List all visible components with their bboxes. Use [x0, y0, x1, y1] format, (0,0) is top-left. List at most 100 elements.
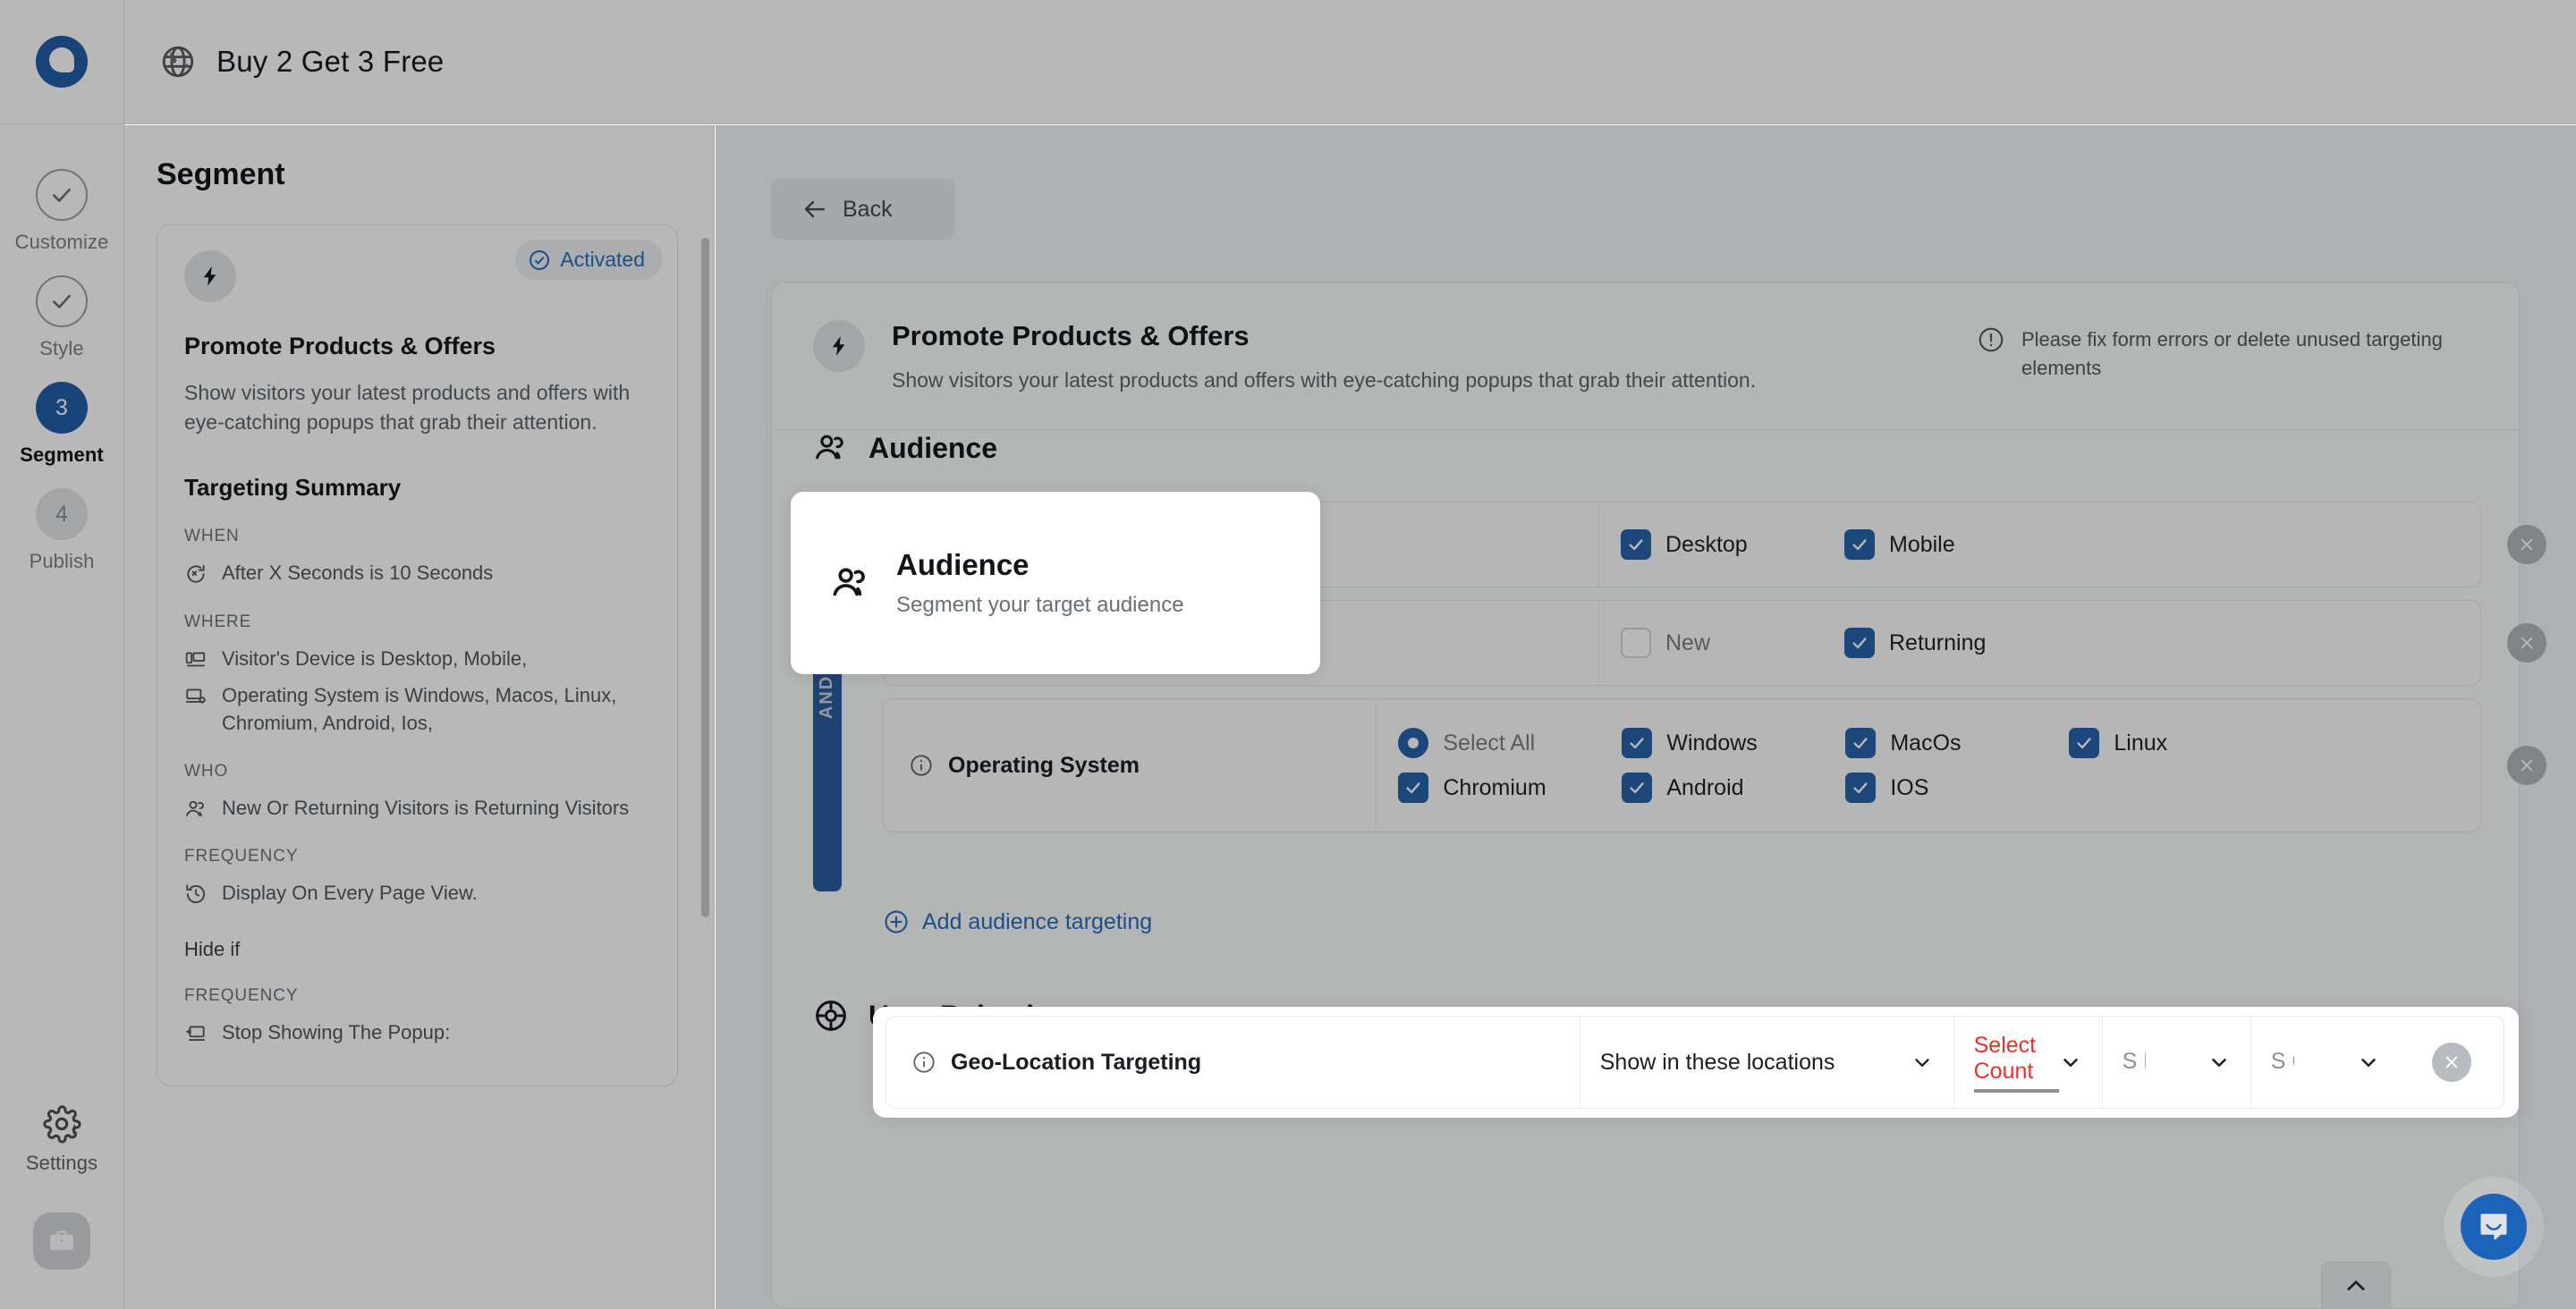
- checkbox-chromium[interactable]: Chromium: [1398, 773, 1622, 803]
- devices-icon: [184, 648, 208, 671]
- targeting-panel: Promote Products & Offers Show visitors …: [771, 282, 2546, 1309]
- checkbox-windows[interactable]: Windows: [1622, 728, 1845, 758]
- plus-circle-icon: [883, 908, 910, 935]
- gear-icon: [42, 1104, 81, 1144]
- remove-rule-button[interactable]: [2507, 525, 2546, 564]
- checkbox-label: New: [1665, 629, 1711, 655]
- targeting-panel-header: Promote Products & Offers Show visitors …: [772, 283, 2519, 431]
- close-icon: [2518, 634, 2536, 652]
- page-title: Buy 2 Get 3 Free: [216, 45, 445, 78]
- region-select[interactable]: S R: [2103, 1017, 2251, 1108]
- summary-group-label: WHERE: [184, 612, 252, 631]
- top-bar: Buy 2 Get 3 Free: [124, 0, 2576, 124]
- close-icon: [2518, 536, 2536, 553]
- remove-rule-button[interactable]: [2431, 1043, 2471, 1082]
- sidebar-item-publish[interactable]: 4 Publish: [0, 476, 123, 582]
- summary-row-text: New Or Returning Visitors is Returning V…: [222, 797, 630, 820]
- scroll-to-top-button[interactable]: [2321, 1262, 2391, 1308]
- form-error-message: Please fix form errors or delete unused …: [1977, 320, 2478, 383]
- country-select[interactable]: Select Count: [1954, 1017, 2103, 1108]
- summary-group-label: WHEN: [184, 527, 240, 546]
- city-select[interactable]: S C: [2251, 1017, 2400, 1108]
- info-icon[interactable]: [911, 1050, 936, 1075]
- location-mode-select[interactable]: Show in these locations: [1580, 1017, 1954, 1108]
- remove-geo-rule-cell: [2400, 1017, 2504, 1108]
- audience-section-header: Audience: [813, 430, 997, 466]
- back-button-label: Back: [843, 196, 893, 222]
- radio-label: Select All: [1443, 730, 1536, 756]
- checkbox-icon: [2069, 728, 2100, 758]
- checkbox-desktop[interactable]: Desktop: [1621, 529, 1844, 560]
- back-button[interactable]: Back: [771, 179, 955, 240]
- hide-if-label: Hide if: [184, 937, 241, 960]
- sidebar-item-style[interactable]: Style: [0, 263, 123, 369]
- checkbox-icon: [1622, 773, 1653, 803]
- summary-group-label: FREQUENCY: [184, 847, 299, 866]
- chevron-down-icon: [1911, 1051, 1934, 1074]
- wizard-steps: Customize Style 3 Segment 4 Publish: [0, 156, 123, 582]
- rule-values-cell: Select All Windows MacOs Linux Chromium …: [1377, 699, 2480, 832]
- sidebar-item-label: Publish: [29, 550, 95, 572]
- remove-rule-button[interactable]: [2507, 746, 2546, 785]
- checkbox-icon: [1845, 728, 1877, 758]
- status-badge: Activated: [515, 240, 663, 280]
- add-audience-targeting-button[interactable]: Add audience targeting: [883, 908, 1152, 935]
- summary-row: Visitor's Device is Desktop, Mobile,: [184, 645, 650, 672]
- intercom-launcher-button[interactable]: [2461, 1194, 2527, 1260]
- sidebar-item-label: Segment: [20, 443, 104, 466]
- rule-name-cell: Operating System: [884, 699, 1377, 832]
- sidebar-item-settings[interactable]: Settings: [26, 1104, 97, 1175]
- audience-section-title: Audience: [869, 431, 998, 464]
- workspace-button[interactable]: [33, 1212, 90, 1270]
- summary-row-text: Visitor's Device is Desktop, Mobile,: [222, 646, 528, 670]
- summary-row: Operating System is Windows, Macos, Linu…: [184, 681, 650, 737]
- region-select-value: S R: [2122, 1049, 2146, 1075]
- rule-label: Geo-Location Targeting: [951, 1049, 1202, 1075]
- checkbox-android[interactable]: Android: [1622, 773, 1845, 803]
- app-logo[interactable]: [0, 0, 123, 124]
- main-content: Back Promote Products & Offers Show visi…: [716, 125, 2576, 1309]
- checkbox-returning[interactable]: Returning: [1844, 628, 2068, 658]
- rule-values-cell: Desktop Mobile: [1599, 502, 2480, 587]
- checkbox-linux[interactable]: Linux: [2069, 728, 2292, 758]
- checkbox-label: Android: [1666, 774, 1744, 800]
- panel-title: Segment: [157, 157, 285, 191]
- info-icon[interactable]: [909, 753, 934, 778]
- checkbox-mobile[interactable]: Mobile: [1844, 529, 2068, 560]
- checkbox-new[interactable]: New: [1621, 628, 1844, 658]
- campaign-summary-card: Activated Promote Products & Offers Show…: [157, 224, 678, 1086]
- alert-circle-icon: [1977, 325, 2005, 354]
- remove-rule-button[interactable]: [2507, 623, 2546, 663]
- summary-row-text: Display On Every Page View.: [222, 882, 478, 905]
- rail-bottom: Settings: [0, 1104, 123, 1309]
- step-number-badge: 4: [36, 488, 88, 540]
- chevron-up-icon: [2343, 1272, 2369, 1299]
- radio-select-all[interactable]: Select All: [1398, 728, 1622, 758]
- checkbox-label: Windows: [1666, 730, 1758, 756]
- city-select-value: S C: [2270, 1049, 2294, 1075]
- summary-card-title: Promote Products & Offers: [184, 333, 496, 359]
- timer-icon: [184, 562, 208, 586]
- checkbox-label: Chromium: [1443, 774, 1546, 800]
- checkbox-ios[interactable]: IOS: [1845, 773, 2069, 803]
- bolt-icon: [813, 320, 865, 372]
- panel-scrollbar[interactable]: [701, 238, 709, 917]
- globe-icon: [159, 43, 197, 80]
- checkbox-label: Returning: [1889, 629, 1987, 655]
- panel-subheading: Show visitors your latest products and o…: [892, 368, 1757, 392]
- close-icon: [2518, 756, 2536, 774]
- add-audience-targeting-label: Add audience targeting: [922, 908, 1153, 934]
- form-error-text: Please fix form errors or delete unused …: [2021, 328, 2443, 379]
- audience-spotlight-card: Audience Segment your target audience: [791, 492, 1320, 674]
- users-icon: [813, 430, 849, 466]
- checkbox-icon: [1621, 628, 1651, 658]
- sidebar-item-segment[interactable]: 3 Segment: [0, 369, 123, 476]
- check-icon: [36, 169, 88, 221]
- summary-row-text: Operating System is Windows, Macos, Linu…: [222, 683, 617, 735]
- checkbox-label: Mobile: [1889, 531, 1955, 557]
- chevron-down-icon: [2059, 1051, 2082, 1074]
- sidebar-item-customize[interactable]: Customize: [0, 156, 123, 263]
- checkbox-macos[interactable]: MacOs: [1845, 728, 2069, 758]
- summary-row: After X Seconds is 10 Seconds: [184, 559, 650, 587]
- popupsmart-logo: [36, 36, 88, 88]
